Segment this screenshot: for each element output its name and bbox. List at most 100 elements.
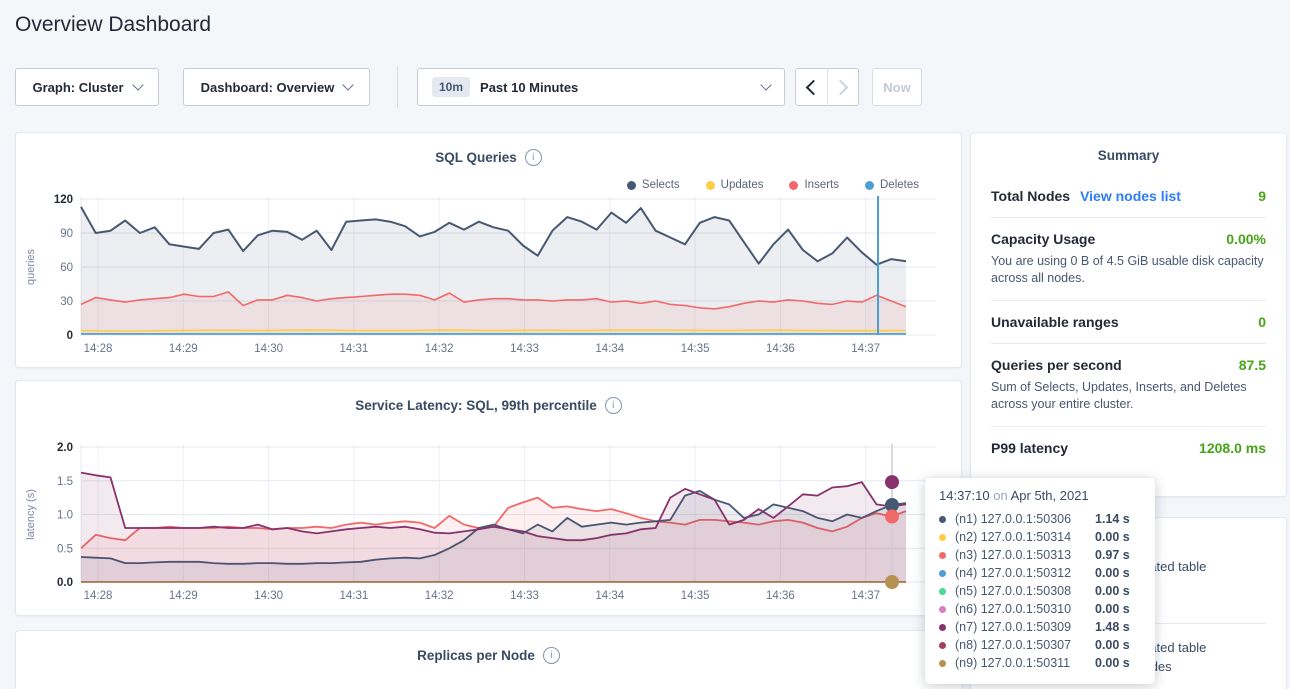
- chevron-down-icon: [132, 79, 143, 90]
- capacity-usage-label: Capacity Usage: [991, 231, 1095, 247]
- node-latency-value: 0.00 s: [1095, 584, 1141, 598]
- node-color-dot: [939, 624, 946, 631]
- chevron-left-icon: [805, 79, 821, 95]
- tooltip-node-row: (n7) 127.0.0.1:503091.48 s: [939, 618, 1141, 636]
- time-range-badge: 10m: [432, 77, 470, 97]
- now-button[interactable]: Now: [872, 68, 922, 106]
- node-address: (n3) 127.0.0.1:50313: [955, 548, 1071, 562]
- tooltip-node-row: (n3) 127.0.0.1:503130.97 s: [939, 546, 1141, 564]
- node-address: (n7) 127.0.0.1:50309: [955, 620, 1071, 634]
- summary-row-queries-per-second: Queries per second 87.5 Sum of Selects, …: [991, 343, 1266, 426]
- node-color-dot: [939, 606, 946, 613]
- svg-text:2.0: 2.0: [57, 442, 73, 454]
- node-address: (n1) 127.0.0.1:50306: [955, 512, 1071, 526]
- unavailable-ranges-value: 0: [1258, 314, 1266, 330]
- svg-text:14:34: 14:34: [595, 590, 624, 602]
- node-color-dot: [939, 534, 946, 541]
- node-latency-value: 0.00 s: [1095, 656, 1141, 670]
- node-color-dot: [939, 642, 946, 649]
- node-address: (n5) 127.0.0.1:50308: [955, 584, 1071, 598]
- view-nodes-list-link[interactable]: View nodes list: [1080, 188, 1181, 204]
- page-title: Overview Dashboard: [15, 13, 211, 37]
- node-latency-value: 0.00 s: [1095, 530, 1141, 544]
- queries-per-second-label: Queries per second: [991, 357, 1122, 373]
- time-next-button[interactable]: [827, 69, 859, 105]
- svg-text:14:30: 14:30: [254, 343, 283, 355]
- graph-dropdown[interactable]: Graph: Cluster: [15, 68, 159, 106]
- node-address: (n9) 127.0.0.1:50311: [955, 656, 1070, 670]
- svg-text:90: 90: [60, 228, 73, 240]
- summary-row-p99-latency: P99 latency 1208.0 ms: [991, 426, 1266, 469]
- node-color-dot: [939, 588, 946, 595]
- svg-text:queries: queries: [25, 248, 37, 285]
- svg-text:14:34: 14:34: [595, 343, 624, 355]
- svg-text:14:35: 14:35: [681, 343, 710, 355]
- svg-text:14:28: 14:28: [84, 343, 113, 355]
- chevron-down-icon: [760, 79, 771, 90]
- svg-text:14:37: 14:37: [851, 343, 880, 355]
- svg-text:latency (s): latency (s): [25, 489, 37, 540]
- node-latency-value: 0.00 s: [1095, 566, 1141, 580]
- summary-row-unavailable-ranges: Unavailable ranges 0: [991, 300, 1266, 343]
- svg-text:30: 30: [60, 296, 73, 308]
- svg-text:120: 120: [54, 194, 73, 206]
- time-prev-button[interactable]: [796, 69, 827, 105]
- unavailable-ranges-label: Unavailable ranges: [991, 314, 1119, 330]
- svg-text:14:28: 14:28: [84, 590, 113, 602]
- svg-text:14:29: 14:29: [169, 343, 198, 355]
- svg-text:14:32: 14:32: [425, 343, 454, 355]
- time-step-buttons: [795, 68, 859, 106]
- toolbar-divider: [397, 66, 398, 108]
- svg-text:14:30: 14:30: [254, 590, 283, 602]
- tooltip-node-row: (n8) 127.0.0.1:503070.00 s: [939, 636, 1141, 654]
- svg-text:14:29: 14:29: [169, 590, 198, 602]
- node-color-dot: [939, 552, 946, 559]
- p99-latency-label: P99 latency: [991, 440, 1068, 456]
- svg-text:60: 60: [60, 262, 73, 274]
- chevron-right-icon: [833, 79, 849, 95]
- total-nodes-label: Total Nodes: [991, 188, 1070, 204]
- tooltip-on: on: [993, 488, 1007, 503]
- svg-text:14:33: 14:33: [510, 343, 539, 355]
- tooltip-node-row: (n5) 127.0.0.1:50308 0.00 s: [939, 582, 1141, 600]
- service-latency-chart[interactable]: 0.00.51.01.52.014:2814:2914:3014:3114:32…: [16, 381, 963, 617]
- sql-queries-chart[interactable]: 0 30 60 90 120 14:28 14:29 14:30 14:31 14:32 14:33…: [16, 133, 963, 369]
- queries-per-second-description: Sum of Selects, Updates, Inserts, and De…: [991, 379, 1266, 413]
- svg-text:14:32: 14:32: [425, 590, 454, 602]
- node-latency-value: 1.14 s: [1095, 512, 1141, 526]
- svg-text:1.5: 1.5: [57, 476, 73, 488]
- svg-text:14:31: 14:31: [340, 343, 369, 355]
- replicas-per-node-chart-title: Replicas per Node: [417, 648, 535, 663]
- svg-text:14:37: 14:37: [851, 590, 880, 602]
- svg-text:14:36: 14:36: [766, 590, 795, 602]
- tooltip-node-row: (n9) 127.0.0.1:50311 0.00 s: [939, 654, 1141, 672]
- summary-panel: Summary Total Nodes View nodes list 9 Ca…: [970, 132, 1287, 497]
- sql-queries-chart-card: SQL Queries i SelectsUpdatesInsertsDelet…: [15, 132, 962, 368]
- overview-dashboard-page: Overview Dashboard Graph: Cluster Dashbo…: [0, 0, 1290, 689]
- svg-text:14:31: 14:31: [340, 590, 369, 602]
- chart-hover-tooltip: 14:37:10 on Apr 5th, 2021 (n1) 127.0.0.1…: [925, 478, 1155, 684]
- time-range-dropdown[interactable]: 10m Past 10 Minutes: [417, 68, 785, 106]
- svg-text:0.0: 0.0: [57, 577, 73, 589]
- svg-text:14:35: 14:35: [681, 590, 710, 602]
- svg-text:14:36: 14:36: [766, 343, 795, 355]
- chevron-down-icon: [343, 79, 354, 90]
- tooltip-node-row: (n1) 127.0.0.1:50306 1.14 s: [939, 510, 1141, 528]
- total-nodes-value: 9: [1258, 188, 1266, 204]
- node-address: (n8) 127.0.0.1:50307: [955, 638, 1071, 652]
- service-latency-chart-card: Service Latency: SQL, 99th percentile i …: [15, 380, 962, 616]
- replicas-per-node-chart-card: Replicas per Node i: [15, 630, 962, 689]
- summary-heading: Summary: [991, 133, 1266, 175]
- svg-text:0: 0: [67, 330, 73, 342]
- dashboard-dropdown[interactable]: Dashboard: Overview: [183, 68, 370, 106]
- node-color-dot: [939, 660, 946, 667]
- capacity-usage-value: 0.00%: [1226, 231, 1266, 247]
- svg-text:1.0: 1.0: [57, 510, 73, 522]
- node-color-dot: [939, 570, 946, 577]
- tooltip-node-row: (n4) 127.0.0.1:503120.00 s: [939, 564, 1141, 582]
- svg-text:14:33: 14:33: [510, 590, 539, 602]
- tooltip-node-row: (n6) 127.0.0.1:503100.00 s: [939, 600, 1141, 618]
- summary-row-capacity-usage: Capacity Usage 0.00% You are using 0 B o…: [991, 217, 1266, 300]
- node-latency-value: 0.00 s: [1095, 602, 1141, 616]
- info-icon[interactable]: i: [543, 647, 560, 664]
